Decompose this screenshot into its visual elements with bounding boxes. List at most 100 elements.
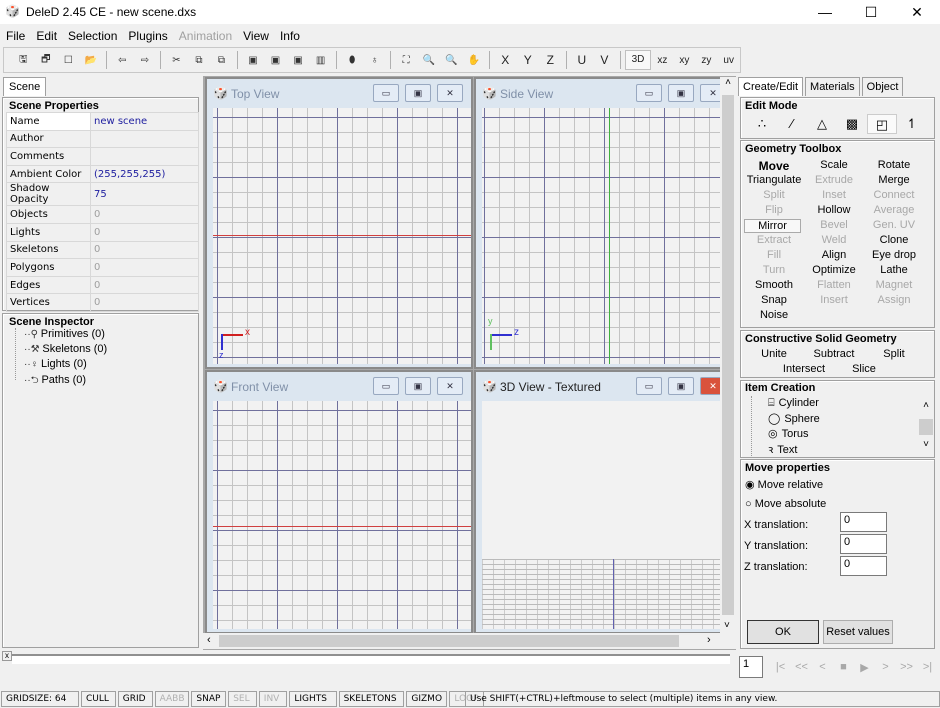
property-row[interactable]: Shadow Opacity 75 (6, 182, 199, 207)
vertex-mode-icon[interactable]: ∴ (747, 114, 777, 134)
prev-key-button[interactable]: << (791, 661, 812, 674)
tool-smooth-button[interactable]: Smooth (744, 279, 804, 291)
toggle-grid[interactable]: GRID (117, 691, 153, 707)
bulb-icon[interactable]: ♁ (363, 55, 386, 66)
viewport-close-button[interactable]: ✕ (437, 84, 463, 102)
last-frame-button[interactable]: >| (917, 661, 938, 674)
paste-icon[interactable]: ⧉ (210, 55, 233, 66)
csg-subtract-button[interactable]: Subtract (804, 348, 864, 360)
property-row[interactable]: Vertices 0 (6, 293, 199, 312)
view4-icon[interactable]: ▥ (309, 55, 332, 66)
top-view-viewport[interactable]: 🎲 Top View ▭ ▣ ✕ x z (205, 77, 473, 369)
tool-gen-uv-button[interactable]: Gen. UV (864, 219, 924, 231)
polygon-mode-icon[interactable]: △ (807, 114, 837, 134)
move-relative-radio[interactable]: ◉ Move relative (745, 478, 823, 491)
toggle-skeletons[interactable]: SKELETONS (338, 691, 405, 707)
tool-optimize-button[interactable]: Optimize (804, 264, 864, 276)
tree-item[interactable]: ··⚲ Primitives (0) (16, 328, 198, 343)
toggle-gizmo[interactable]: GIZMO (406, 691, 448, 707)
3d-view-textured-viewport[interactable]: 🎲 3D View - Textured ▭ ▣ ✕ (474, 370, 736, 634)
property-row[interactable]: Name new scene (6, 112, 199, 131)
tool-magnet-button[interactable]: Magnet (864, 279, 924, 291)
property-value[interactable]: 0 (90, 205, 199, 224)
property-value[interactable]: 0 (90, 258, 199, 277)
axis-lock-z-button[interactable]: Z (539, 53, 562, 67)
z-translation-input[interactable]: 0 (840, 556, 887, 576)
property-row[interactable]: Comments (6, 147, 199, 166)
menu-selection[interactable]: Selection (62, 26, 122, 43)
property-value[interactable] (90, 129, 199, 149)
tool-flip-button[interactable]: Flip (744, 204, 804, 216)
axis-lock-u-button[interactable]: U (571, 53, 594, 67)
horizontal-scrollbar[interactable]: ‹ › (203, 633, 736, 649)
tool-connect-button[interactable]: Connect (864, 189, 924, 201)
property-value[interactable]: new scene (90, 112, 199, 131)
property-value[interactable]: 0 (90, 240, 199, 260)
view3-icon[interactable]: ▣ (287, 55, 310, 66)
toggle-cull[interactable]: CULL (81, 691, 116, 707)
front-view-viewport[interactable]: 🎲 Front View ▭ ▣ ✕ (205, 370, 473, 634)
tool-fill-button[interactable]: Fill (744, 249, 804, 261)
tree-item[interactable]: ··⚒ Skeletons (0) (16, 343, 198, 358)
stop-button[interactable]: ■ (833, 661, 854, 674)
next-frame-button[interactable]: > (875, 661, 896, 674)
save-icon[interactable]: 🖫 (12, 52, 35, 69)
tool-rotate-button[interactable]: Rotate (864, 159, 924, 171)
3d-render-area[interactable] (482, 401, 734, 629)
csg-slice-button[interactable]: Slice (834, 363, 894, 375)
maximize-button[interactable]: ☐ (848, 2, 894, 22)
tool-snap-button[interactable]: Snap (744, 294, 804, 306)
grid-area[interactable]: zy (482, 108, 734, 364)
axis-lock-y-button[interactable]: Y (517, 53, 540, 67)
item-torus[interactable]: ◎ Torus (768, 427, 809, 440)
undo-icon[interactable]: ⇦ (111, 55, 134, 66)
light-icon[interactable]: ⬮ (341, 55, 364, 66)
play-button[interactable]: ▶ (854, 661, 875, 674)
texture-mode-icon[interactable]: ▩ (837, 114, 867, 134)
viewport-minimize-button[interactable]: ▭ (636, 377, 662, 395)
tool-bevel-button[interactable]: Bevel (804, 219, 864, 231)
view-3d-button[interactable]: 3D (624, 50, 652, 70)
copy-icon[interactable]: ⧉ (188, 55, 211, 66)
toggle-sel[interactable]: SEL (228, 691, 257, 707)
csg-split-button[interactable]: Split (864, 348, 924, 360)
viewport-restore-button[interactable]: ▣ (405, 377, 431, 395)
property-value[interactable]: 0 (90, 275, 199, 295)
view1-icon[interactable]: ▣ (242, 55, 265, 66)
property-value[interactable]: (255,255,255) (90, 164, 199, 184)
property-row[interactable]: Objects 0 (6, 205, 199, 224)
property-row[interactable]: Edges 0 (6, 275, 199, 295)
next-key-button[interactable]: >> (896, 661, 917, 674)
csg-unite-button[interactable]: Unite (744, 348, 804, 360)
tree-item[interactable]: ··⮌ Paths (0) (16, 373, 198, 388)
item-sphere[interactable]: ◯ Sphere (768, 412, 820, 425)
side-view-viewport[interactable]: 🎲 Side View ▭ ▣ ✕ z y (474, 77, 736, 369)
scrollbar-thumb[interactable] (722, 95, 734, 615)
zoom-out-icon[interactable]: 🔍 (417, 55, 440, 66)
property-value[interactable]: 75 (90, 182, 199, 207)
pan-icon[interactable]: ✋ (462, 55, 485, 66)
menu-file[interactable]: File (0, 26, 30, 43)
viewport-close-button[interactable]: ✕ (437, 377, 463, 395)
tab-object[interactable]: Object (861, 77, 904, 96)
property-row[interactable]: Author (6, 129, 199, 149)
tool-turn-button[interactable]: Turn (744, 264, 804, 276)
toggle-snap[interactable]: SNAP (191, 691, 227, 707)
view2-icon[interactable]: ▣ (264, 55, 287, 66)
prev-frame-button[interactable]: < (812, 661, 833, 674)
view-xy-button[interactable]: xy (673, 55, 695, 66)
viewport-restore-button[interactable]: ▣ (405, 84, 431, 102)
item-text[interactable]: ꝛ Text (768, 442, 797, 457)
reset-values-button[interactable]: Reset values (823, 620, 893, 644)
viewport-minimize-button[interactable]: ▭ (373, 377, 399, 395)
tool-flatten-button[interactable]: Flatten (804, 279, 864, 291)
x-translation-input[interactable]: 0 (840, 512, 887, 532)
csg-intersect-button[interactable]: Intersect (774, 363, 834, 375)
frame-input[interactable]: 1 (739, 656, 763, 678)
tool-clone-button[interactable]: Clone (864, 234, 924, 246)
menu-edit[interactable]: Edit (30, 26, 62, 43)
tab-materials[interactable]: Materials (805, 77, 860, 96)
axis-lock-x-button[interactable]: X (494, 53, 517, 67)
grid-area[interactable] (213, 401, 471, 629)
view-xz-button[interactable]: xz (651, 55, 673, 66)
